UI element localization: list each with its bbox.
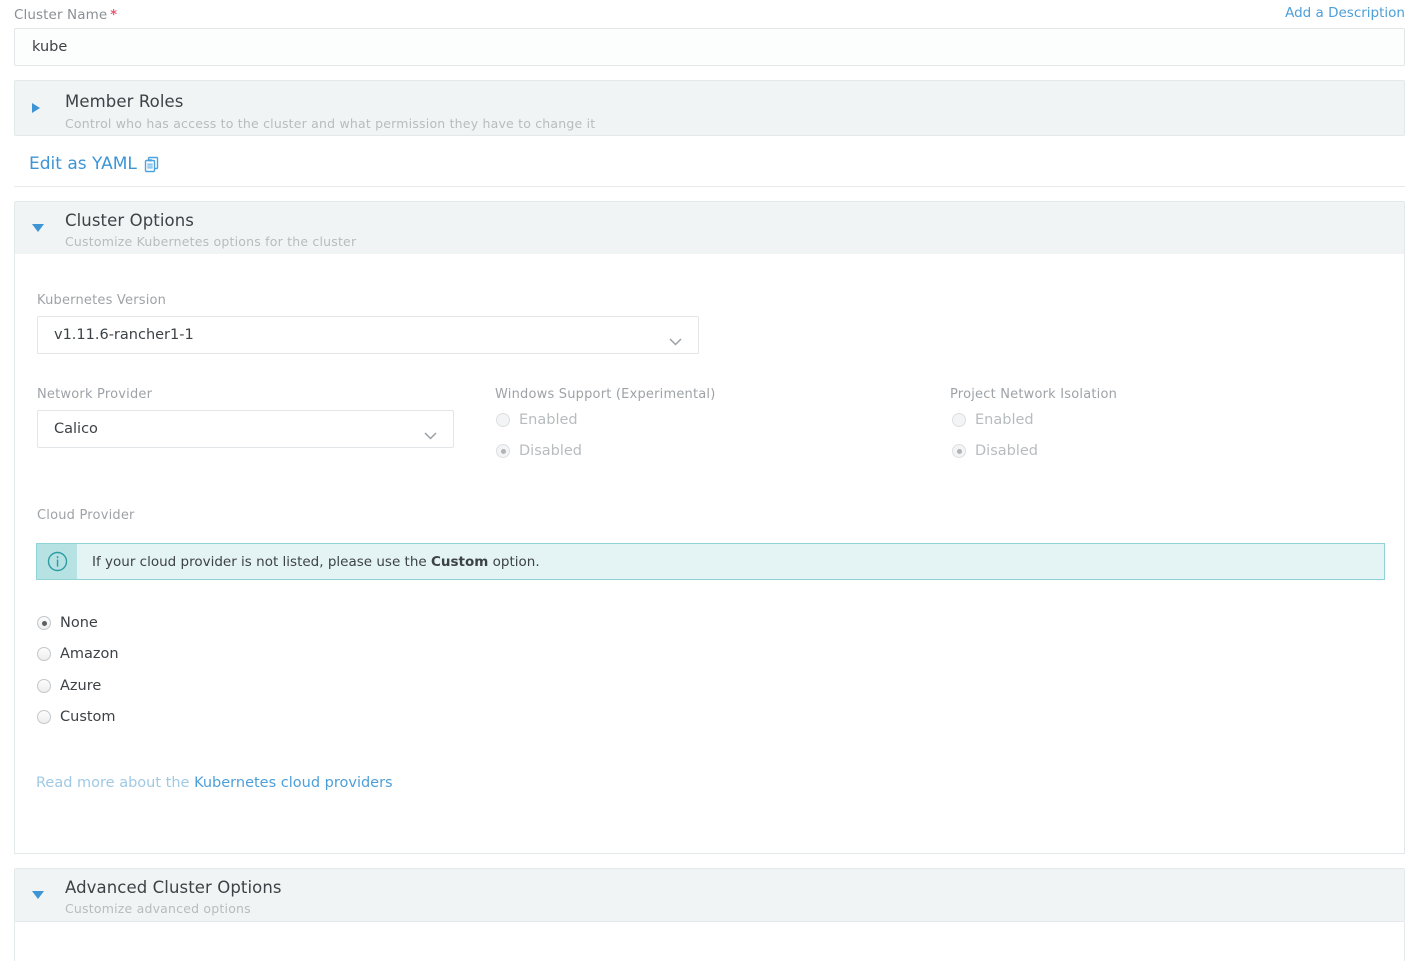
kubernetes-version-label: Kubernetes Version: [37, 293, 167, 308]
required-asterisk: *: [110, 8, 118, 23]
edit-as-yaml-link[interactable]: Edit as YAML: [29, 154, 159, 174]
cloud-provider-amazon-label: Amazon: [60, 646, 119, 662]
notice-suffix: option.: [492, 553, 540, 570]
network-provider-select[interactable]: Calico: [37, 410, 454, 448]
cloud-provider-none-radio[interactable]: None: [37, 615, 98, 631]
cloud-provider-label: Cloud Provider: [37, 508, 135, 523]
member-roles-accordion[interactable]: Member Roles Control who has access to t…: [14, 80, 1405, 136]
windows-support-enabled-label: Enabled: [519, 412, 578, 428]
windows-support-enabled-radio[interactable]: Enabled: [496, 412, 578, 428]
project-network-isolation-disabled-label: Disabled: [975, 443, 1038, 459]
kubernetes-version-select[interactable]: v1.11.6-rancher1-1: [37, 316, 699, 354]
cloud-provider-azure-label: Azure: [60, 678, 102, 694]
cluster-name-input[interactable]: [14, 28, 1405, 66]
cluster-options-title: Cluster Options: [65, 211, 194, 230]
notice-prefix: If your cloud provider is not listed, pl…: [92, 553, 427, 570]
section-divider: [14, 186, 1405, 187]
cloud-provider-info-banner: If your cloud provider is not listed, pl…: [36, 543, 1385, 580]
cluster-configuration-form: Cluster Name* Add a Description Member R…: [0, 0, 1427, 961]
cloud-provider-amazon-radio[interactable]: Amazon: [37, 646, 119, 662]
chevron-down-icon[interactable]: [424, 425, 437, 440]
kubernetes-cloud-providers-link[interactable]: Kubernetes cloud providers: [194, 775, 393, 791]
windows-support-label: Windows Support (Experimental): [495, 387, 716, 402]
cluster-name-label: Cluster Name: [14, 7, 108, 23]
advanced-cluster-options-title: Advanced Cluster Options: [65, 878, 282, 897]
add-a-description-link[interactable]: Add a Description: [1285, 5, 1405, 21]
cloud-provider-none-label: None: [60, 615, 98, 631]
chevron-down-icon[interactable]: [32, 891, 44, 899]
network-provider-label: Network Provider: [37, 387, 153, 402]
cloud-provider-custom-label: Custom: [60, 709, 116, 725]
cloud-provider-notice: If your cloud provider is not listed, pl…: [77, 554, 540, 570]
cluster-options-accordion[interactable]: Cluster Options Customize Kubernetes opt…: [14, 201, 1405, 255]
clipboard-icon[interactable]: [144, 156, 159, 173]
radio-icon[interactable]: [37, 679, 51, 693]
project-network-isolation-label: Project Network Isolation: [950, 387, 1118, 402]
read-more-text: Read more about the: [36, 775, 190, 791]
project-network-isolation-enabled-radio[interactable]: Enabled: [952, 412, 1034, 428]
radio-icon[interactable]: [37, 616, 51, 630]
advanced-cluster-options-accordion[interactable]: Advanced Cluster Options Customize advan…: [14, 868, 1405, 922]
radio-icon[interactable]: [37, 710, 51, 724]
chevron-right-icon[interactable]: [32, 103, 40, 113]
radio-icon[interactable]: [496, 444, 510, 458]
radio-icon[interactable]: [952, 444, 966, 458]
info-icon: [37, 544, 77, 579]
project-network-isolation-enabled-label: Enabled: [975, 412, 1034, 428]
edit-as-yaml-label: Edit as YAML: [29, 154, 137, 174]
cloud-provider-azure-radio[interactable]: Azure: [37, 678, 101, 694]
kubernetes-version-value: v1.11.6-rancher1-1: [54, 327, 194, 343]
windows-support-disabled-radio[interactable]: Disabled: [496, 443, 582, 459]
project-network-isolation-disabled-radio[interactable]: Disabled: [952, 443, 1038, 459]
chevron-down-icon[interactable]: [32, 224, 44, 232]
read-more-row: Read more about the Kubernetes cloud pro…: [36, 775, 393, 791]
radio-icon[interactable]: [496, 413, 510, 427]
radio-icon[interactable]: [952, 413, 966, 427]
member-roles-subtitle: Control who has access to the cluster an…: [65, 116, 596, 131]
advanced-cluster-options-subtitle: Customize advanced options: [65, 901, 251, 916]
member-roles-title: Member Roles: [65, 92, 184, 111]
radio-icon[interactable]: [37, 647, 51, 661]
notice-bold: Custom: [431, 553, 489, 570]
chevron-down-icon[interactable]: [669, 331, 682, 346]
network-provider-value: Calico: [54, 421, 98, 437]
cloud-provider-custom-radio[interactable]: Custom: [37, 709, 116, 725]
advanced-cluster-options-body: [14, 922, 1405, 961]
cluster-name-label-row: Cluster Name * Add a Description: [14, 4, 1405, 26]
cluster-options-subtitle: Customize Kubernetes options for the clu…: [65, 234, 357, 249]
windows-support-disabled-label: Disabled: [519, 443, 582, 459]
